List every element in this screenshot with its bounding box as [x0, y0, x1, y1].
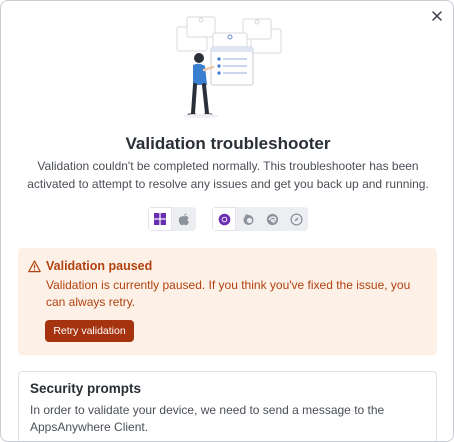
- validation-paused-alert: Validation paused Validation is currentl…: [18, 248, 437, 355]
- edge-icon: [266, 213, 278, 225]
- alert-title: Validation paused: [46, 259, 153, 273]
- browser-selector: [212, 207, 308, 231]
- troubleshooter-dialog: Validation troubleshooter Validation cou…: [0, 0, 454, 442]
- safari-icon: [289, 212, 303, 226]
- retry-validation-button[interactable]: Retry validation: [45, 320, 134, 342]
- browser-option-safari[interactable]: [284, 207, 308, 231]
- os-option-windows[interactable]: [148, 207, 172, 231]
- close-button[interactable]: [428, 7, 446, 25]
- security-prompts-card: Security prompts In order to validate yo…: [18, 371, 437, 441]
- os-option-mac[interactable]: [172, 207, 196, 231]
- security-prompts-title: Security prompts: [30, 381, 142, 396]
- alert-message: Validation is currently paused. If you t…: [46, 278, 411, 309]
- os-selector: [148, 207, 196, 231]
- browser-option-firefox[interactable]: [236, 207, 260, 231]
- browser-option-chrome[interactable]: [212, 207, 236, 231]
- firefox-icon: [243, 213, 253, 225]
- browser-option-edge[interactable]: [260, 207, 284, 231]
- warning-icon: [28, 260, 41, 273]
- troubleshooter-illustration: [176, 16, 282, 118]
- windows-icon: [154, 213, 166, 225]
- dialog-title: Validation troubleshooter: [125, 134, 331, 153]
- chrome-icon: [218, 213, 230, 225]
- security-prompts-text: In order to validate your device, we nee…: [30, 403, 385, 434]
- apple-icon: [178, 212, 189, 225]
- dialog-subtitle: Validation couldn't be completed normall…: [27, 159, 429, 191]
- close-icon: [432, 11, 442, 21]
